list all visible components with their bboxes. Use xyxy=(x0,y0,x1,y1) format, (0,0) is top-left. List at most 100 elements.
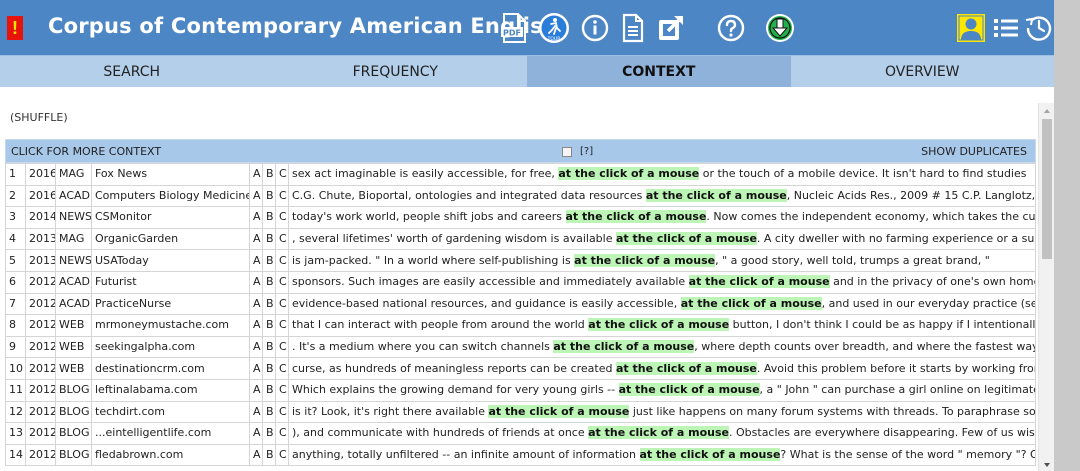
history-icon[interactable] xyxy=(1024,12,1054,44)
pdf-icon[interactable]: PDF xyxy=(500,12,528,44)
keyword-match[interactable]: at the click of a mouse xyxy=(588,318,730,332)
row-source[interactable]: Futurist xyxy=(91,270,250,294)
keyword-match[interactable]: at the click of a mouse xyxy=(680,296,822,310)
row-a-link[interactable]: A xyxy=(249,206,263,229)
table-row[interactable]: 12 2012 BLOG techdirt.com A B Cis it? Look, it… xyxy=(5,400,1036,424)
table-row[interactable]: 3 2014 NEWS CSMonitor A B Ctoday's work world,… xyxy=(5,206,1036,229)
row-genre[interactable]: MAG xyxy=(55,163,92,186)
row-b-link[interactable]: B xyxy=(262,292,276,316)
row-a-link[interactable]: A xyxy=(249,292,263,316)
table-row[interactable]: 9 2012 WEB seekingalpha.com A B C. It's a medi… xyxy=(5,335,1036,359)
row-b-link[interactable]: B xyxy=(262,249,276,272)
row-genre[interactable]: ACAD xyxy=(55,184,92,208)
help-icon[interactable] xyxy=(716,12,746,44)
row-a-link[interactable]: A xyxy=(249,184,263,208)
tour-icon[interactable]: TOUR xyxy=(538,12,570,44)
table-row[interactable]: 6 2012 ACAD Futurist A B Csponsors. Such image… xyxy=(5,270,1036,294)
warning-icon[interactable]: ! xyxy=(7,16,23,40)
row-genre[interactable]: WEB xyxy=(55,314,92,337)
vertical-scrollbar[interactable] xyxy=(1038,103,1054,471)
row-source[interactable]: Fox News xyxy=(91,163,250,186)
row-b-link[interactable]: B xyxy=(262,357,276,380)
table-row[interactable]: 10 2012 WEB destinationcrm.com A B Ccurse, as … xyxy=(5,357,1036,380)
row-c-link[interactable]: C xyxy=(275,206,289,229)
row-b-link[interactable]: B xyxy=(262,270,276,294)
row-genre[interactable]: WEB xyxy=(55,335,92,359)
row-genre[interactable]: BLOG xyxy=(55,400,92,424)
select-all-checkbox[interactable] xyxy=(562,146,572,157)
help-link[interactable]: [?] xyxy=(580,140,593,163)
row-c-link[interactable]: C xyxy=(275,249,289,272)
row-c-link[interactable]: C xyxy=(275,227,289,251)
tab-context[interactable]: CONTEXT xyxy=(527,56,791,87)
row-genre[interactable]: WEB xyxy=(55,357,92,380)
table-row[interactable]: 11 2012 BLOG leftinalabama.com A B C Which expl… xyxy=(5,378,1036,402)
row-source[interactable]: destinationcrm.com xyxy=(91,357,250,380)
row-source[interactable]: seekingalpha.com xyxy=(91,335,250,359)
row-a-link[interactable]: A xyxy=(249,163,263,186)
row-genre[interactable]: NEWS xyxy=(55,249,92,272)
row-b-link[interactable]: B xyxy=(262,206,276,229)
table-row[interactable]: 1 2016 MAG Fox News A B Csex act imaginable is… xyxy=(5,163,1036,186)
row-source[interactable]: fledabrown.com xyxy=(91,443,250,467)
keyword-match[interactable]: at the click of a mouse xyxy=(616,232,757,246)
table-row[interactable]: 5 2013 NEWS USAToday A B Cis jam-packed. " In … xyxy=(5,249,1036,272)
scroll-up-icon[interactable] xyxy=(1039,103,1054,117)
row-c-link[interactable]: C xyxy=(275,443,289,467)
keyword-match[interactable]: at the click of a mouse xyxy=(565,210,707,224)
row-source[interactable]: OrganicGarden xyxy=(91,227,250,251)
row-b-link[interactable]: B xyxy=(262,378,276,402)
row-a-link[interactable]: A xyxy=(249,227,263,251)
row-c-link[interactable]: C xyxy=(275,270,289,294)
row-b-link[interactable]: B xyxy=(262,422,276,445)
table-row[interactable]: 2 2016 ACAD Computers Biology Medicine A B C C.… xyxy=(5,184,1036,208)
row-a-link[interactable]: A xyxy=(249,443,263,467)
row-a-link[interactable]: A xyxy=(249,400,263,424)
row-genre[interactable]: MAG xyxy=(55,227,92,251)
row-c-link[interactable]: C xyxy=(275,378,289,402)
row-source[interactable]: techdirt.com xyxy=(91,400,250,424)
row-c-link[interactable]: C xyxy=(275,163,289,186)
keyword-match[interactable]: at the click of a mouse xyxy=(618,383,760,397)
row-a-link[interactable]: A xyxy=(249,249,263,272)
row-source[interactable]: CSMonitor xyxy=(91,206,250,229)
row-b-link[interactable]: B xyxy=(262,163,276,186)
scrollbar-thumb[interactable] xyxy=(1042,119,1052,259)
table-row[interactable]: 8 2012 WEB mrmoneymustache.com A B Cthat I can… xyxy=(5,314,1036,337)
list-icon[interactable] xyxy=(992,12,1020,44)
scroll-down-icon[interactable] xyxy=(1039,457,1054,471)
row-genre[interactable]: ACAD xyxy=(55,270,92,294)
keyword-match[interactable]: at the click of a mouse xyxy=(639,448,781,462)
row-c-link[interactable]: C xyxy=(275,400,289,424)
keyword-match[interactable]: at the click of a mouse xyxy=(615,361,757,375)
row-a-link[interactable]: A xyxy=(249,378,263,402)
row-source[interactable]: USAToday xyxy=(91,249,250,272)
row-b-link[interactable]: B xyxy=(262,314,276,337)
keyword-match[interactable]: at the click of a mouse xyxy=(558,167,700,181)
page-title[interactable]: Corpus of Contemporary American English xyxy=(48,14,558,38)
row-genre[interactable]: BLOG xyxy=(55,422,92,445)
row-genre[interactable]: ACAD xyxy=(55,292,92,316)
tab-overview[interactable]: OVERVIEW xyxy=(791,56,1055,87)
keyword-match[interactable]: at the click of a mouse xyxy=(553,340,695,354)
table-row[interactable]: 4 2013 MAG OrganicGarden A B C, several lifeti… xyxy=(5,227,1036,251)
row-c-link[interactable]: C xyxy=(275,314,289,337)
row-genre[interactable]: BLOG xyxy=(55,443,92,467)
row-a-link[interactable]: A xyxy=(249,357,263,380)
row-c-link[interactable]: C xyxy=(275,357,289,380)
document-icon[interactable] xyxy=(620,12,646,44)
more-context-link[interactable]: CLICK FOR MORE CONTEXT xyxy=(11,140,161,163)
row-genre[interactable]: NEWS xyxy=(55,206,92,229)
download-icon[interactable] xyxy=(764,12,796,44)
keyword-match[interactable]: at the click of a mouse xyxy=(574,253,716,267)
row-source[interactable]: ...eintelligentlife.com xyxy=(91,422,250,445)
row-b-link[interactable]: B xyxy=(262,335,276,359)
row-c-link[interactable]: C xyxy=(275,422,289,445)
row-a-link[interactable]: A xyxy=(249,422,263,445)
row-c-link[interactable]: C xyxy=(275,184,289,208)
row-c-link[interactable]: C xyxy=(275,335,289,359)
row-b-link[interactable]: B xyxy=(262,184,276,208)
row-source[interactable]: PracticeNurse xyxy=(91,292,250,316)
shuffle-link[interactable]: (SHUFFLE) xyxy=(10,111,68,124)
keyword-match[interactable]: at the click of a mouse xyxy=(688,275,830,289)
